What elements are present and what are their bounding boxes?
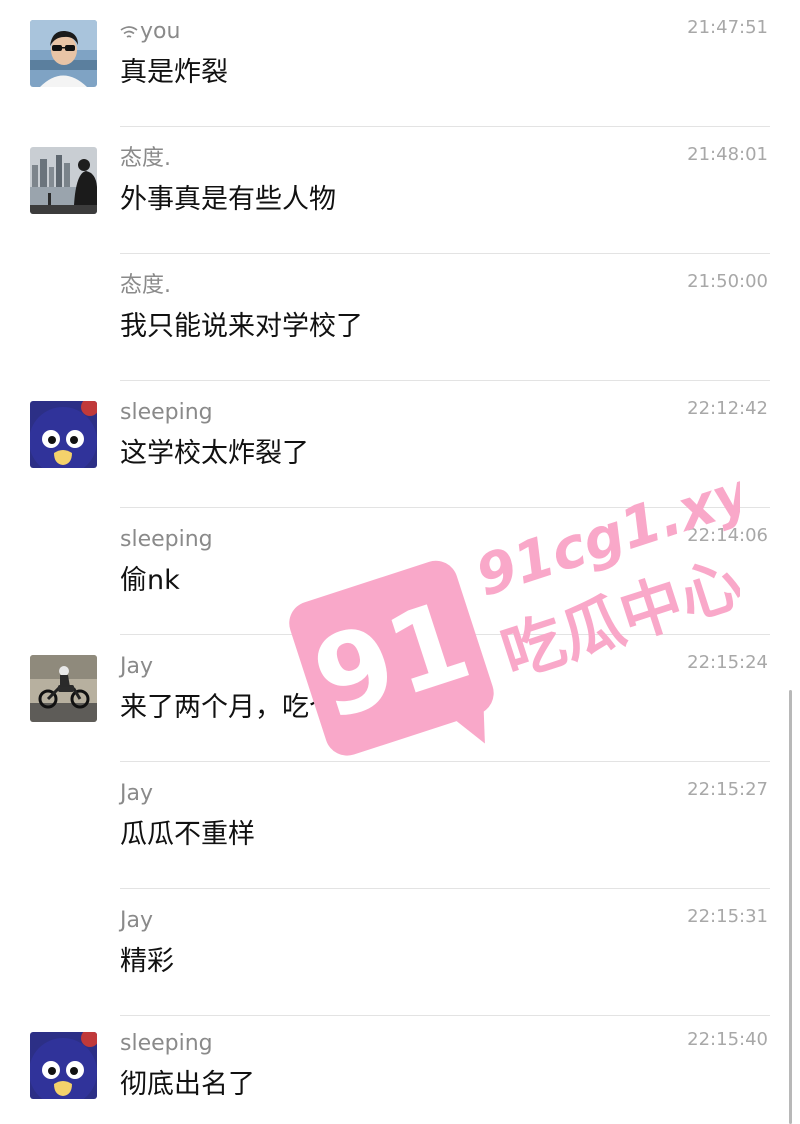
message-timestamp: 21:48:01 xyxy=(687,144,768,165)
message-text[interactable]: 这学校太炸裂了 xyxy=(120,437,309,471)
message-item[interactable]: you 21:47:51 真是炸裂 xyxy=(0,0,800,127)
message-timestamp: 22:15:24 xyxy=(687,652,768,673)
message-text[interactable]: 来了两个月，吃个三个瓜 xyxy=(120,691,417,725)
message-sender: sleeping xyxy=(120,527,213,552)
message-sender: you xyxy=(120,18,180,46)
chat-message-list[interactable]: you 21:47:51 真是炸裂 态度. 21:48:01 外事真是有些人物 … xyxy=(0,0,800,1124)
message-sender: sleeping xyxy=(120,400,213,425)
message-timestamp: 21:47:51 xyxy=(687,17,768,38)
scrollbar[interactable] xyxy=(789,690,792,1124)
message-item[interactable]: Jay 22:15:27 瓜瓜不重样 xyxy=(0,762,800,889)
message-item[interactable]: sleeping 22:15:40 彻底出名了 xyxy=(0,1012,800,1124)
message-item[interactable]: sleeping 22:14:06 偷nk xyxy=(0,508,800,635)
message-sender: 态度. xyxy=(120,273,171,298)
message-sender: Jay xyxy=(120,654,153,679)
message-text[interactable]: 偷nk xyxy=(120,564,180,598)
message-sender: sleeping xyxy=(120,1031,213,1056)
message-item[interactable]: 态度. 21:50:00 我只能说来对学校了 xyxy=(0,254,800,381)
avatar[interactable] xyxy=(30,655,97,722)
sunglasses-man-avatar-icon xyxy=(30,20,97,87)
message-text[interactable]: 瓜瓜不重样 xyxy=(120,818,255,852)
sender-name: you xyxy=(140,19,181,44)
message-text[interactable]: 精彩 xyxy=(120,945,174,979)
message-sender: Jay xyxy=(120,781,153,806)
message-item[interactable]: Jay 22:15:24 来了两个月，吃个三个瓜 xyxy=(0,635,800,762)
message-timestamp: 22:14:06 xyxy=(687,525,768,546)
message-timestamp: 22:15:27 xyxy=(687,779,768,800)
message-item[interactable]: Jay 22:15:31 精彩 xyxy=(0,889,800,1016)
message-sender: 态度. xyxy=(120,146,171,171)
avatar[interactable] xyxy=(30,1032,97,1099)
message-text[interactable]: 真是炸裂 xyxy=(120,56,228,90)
motorcycle-avatar-icon xyxy=(30,655,97,722)
message-item[interactable]: sleeping 22:12:42 这学校太炸裂了 xyxy=(0,381,800,508)
city-skyline-avatar-icon xyxy=(30,147,97,214)
penguin-avatar-icon xyxy=(30,1032,97,1099)
message-timestamp: 21:50:00 xyxy=(687,271,768,292)
penguin-avatar-icon xyxy=(30,401,97,468)
message-sender: Jay xyxy=(120,908,153,933)
message-item[interactable]: 态度. 21:48:01 外事真是有些人物 xyxy=(0,127,800,254)
avatar[interactable] xyxy=(30,20,97,87)
avatar[interactable] xyxy=(30,147,97,214)
message-timestamp: 22:15:40 xyxy=(687,1029,768,1050)
message-timestamp: 22:12:42 xyxy=(687,398,768,419)
avatar[interactable] xyxy=(30,401,97,468)
message-text[interactable]: 我只能说来对学校了 xyxy=(120,310,363,344)
wifi-icon xyxy=(120,26,138,38)
message-text[interactable]: 彻底出名了 xyxy=(120,1068,255,1102)
message-text[interactable]: 外事真是有些人物 xyxy=(120,183,336,217)
message-timestamp: 22:15:31 xyxy=(687,906,768,927)
